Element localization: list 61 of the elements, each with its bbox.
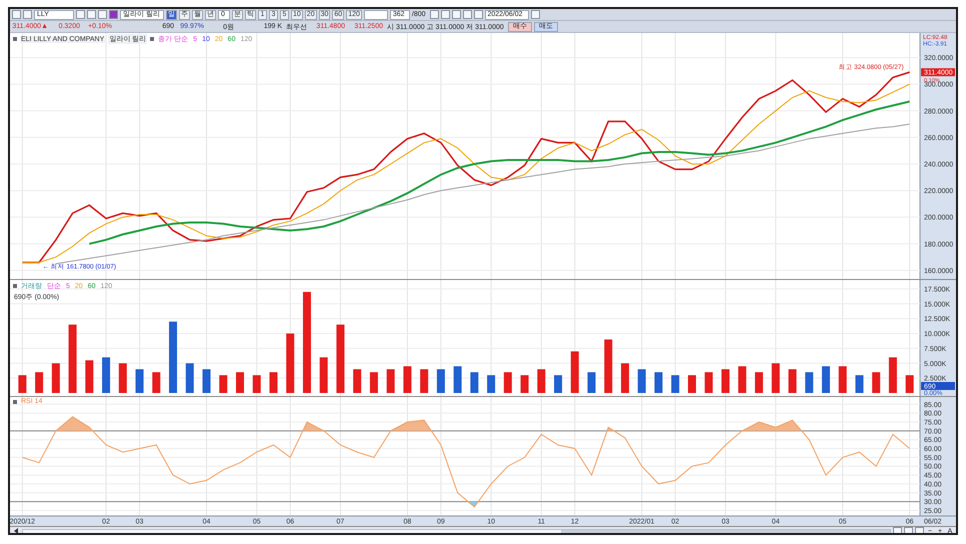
volume-bar xyxy=(269,372,278,393)
volume-bar xyxy=(588,372,596,393)
volume-bar xyxy=(436,369,445,393)
volume-bar xyxy=(504,372,512,393)
volume-bar xyxy=(554,375,562,393)
legend-marker-icon xyxy=(13,400,17,404)
volume-bar xyxy=(52,363,60,393)
volume-bar xyxy=(219,375,228,393)
volume-bar xyxy=(186,363,194,393)
volume-bar xyxy=(403,366,412,393)
volume-bar xyxy=(638,369,646,393)
volume-bar xyxy=(888,357,897,393)
volume-bar xyxy=(286,334,294,393)
volume-bar xyxy=(336,324,344,393)
volume-bar xyxy=(872,372,880,393)
scroll-thumb[interactable] xyxy=(560,530,890,533)
volume-bar xyxy=(738,366,746,393)
volume-bar xyxy=(118,363,127,393)
left-arrow-icon xyxy=(14,528,18,533)
volume-bar xyxy=(838,366,847,393)
volume-bar xyxy=(721,369,730,393)
volume-bar xyxy=(671,375,680,393)
volume-bar xyxy=(754,372,763,393)
volume-bar xyxy=(855,375,864,393)
volume-bar xyxy=(822,366,830,393)
volume-bar xyxy=(102,357,110,393)
volume-bar xyxy=(35,372,44,393)
volume-bar xyxy=(621,363,630,393)
volume-bar xyxy=(152,372,160,393)
volume-bar xyxy=(252,375,261,393)
volume-bar xyxy=(772,363,780,393)
volume-bar xyxy=(537,369,546,393)
volume-bar xyxy=(654,372,663,393)
legend-marker-icon xyxy=(13,37,17,41)
volume-bar xyxy=(788,369,796,393)
volume-bar xyxy=(604,339,612,393)
volume-bar xyxy=(688,375,696,393)
volume-bar xyxy=(320,357,328,393)
volume-bar xyxy=(370,372,378,393)
volume-bar xyxy=(570,351,579,393)
interval-field[interactable] xyxy=(364,10,388,20)
volume-bar xyxy=(236,372,244,393)
volume-bar xyxy=(454,366,462,393)
volume-bar xyxy=(704,372,713,393)
volume-bar xyxy=(487,375,496,393)
volume-bar xyxy=(353,369,362,393)
oversold-fill xyxy=(468,502,478,507)
volume-bar xyxy=(18,375,26,393)
volume-bar xyxy=(386,369,395,393)
volume-bar xyxy=(520,375,529,393)
volume-bar xyxy=(136,369,144,393)
volume-bar xyxy=(906,375,914,393)
volume-bar xyxy=(68,324,77,393)
legend-marker-icon xyxy=(150,37,154,41)
volume-bar xyxy=(805,372,814,393)
legend-marker-icon xyxy=(13,284,17,288)
volume-bar xyxy=(420,369,428,393)
volume-bar xyxy=(169,322,178,393)
volume-bar xyxy=(470,372,478,393)
volume-bar xyxy=(85,360,94,393)
volume-bar xyxy=(202,369,211,393)
